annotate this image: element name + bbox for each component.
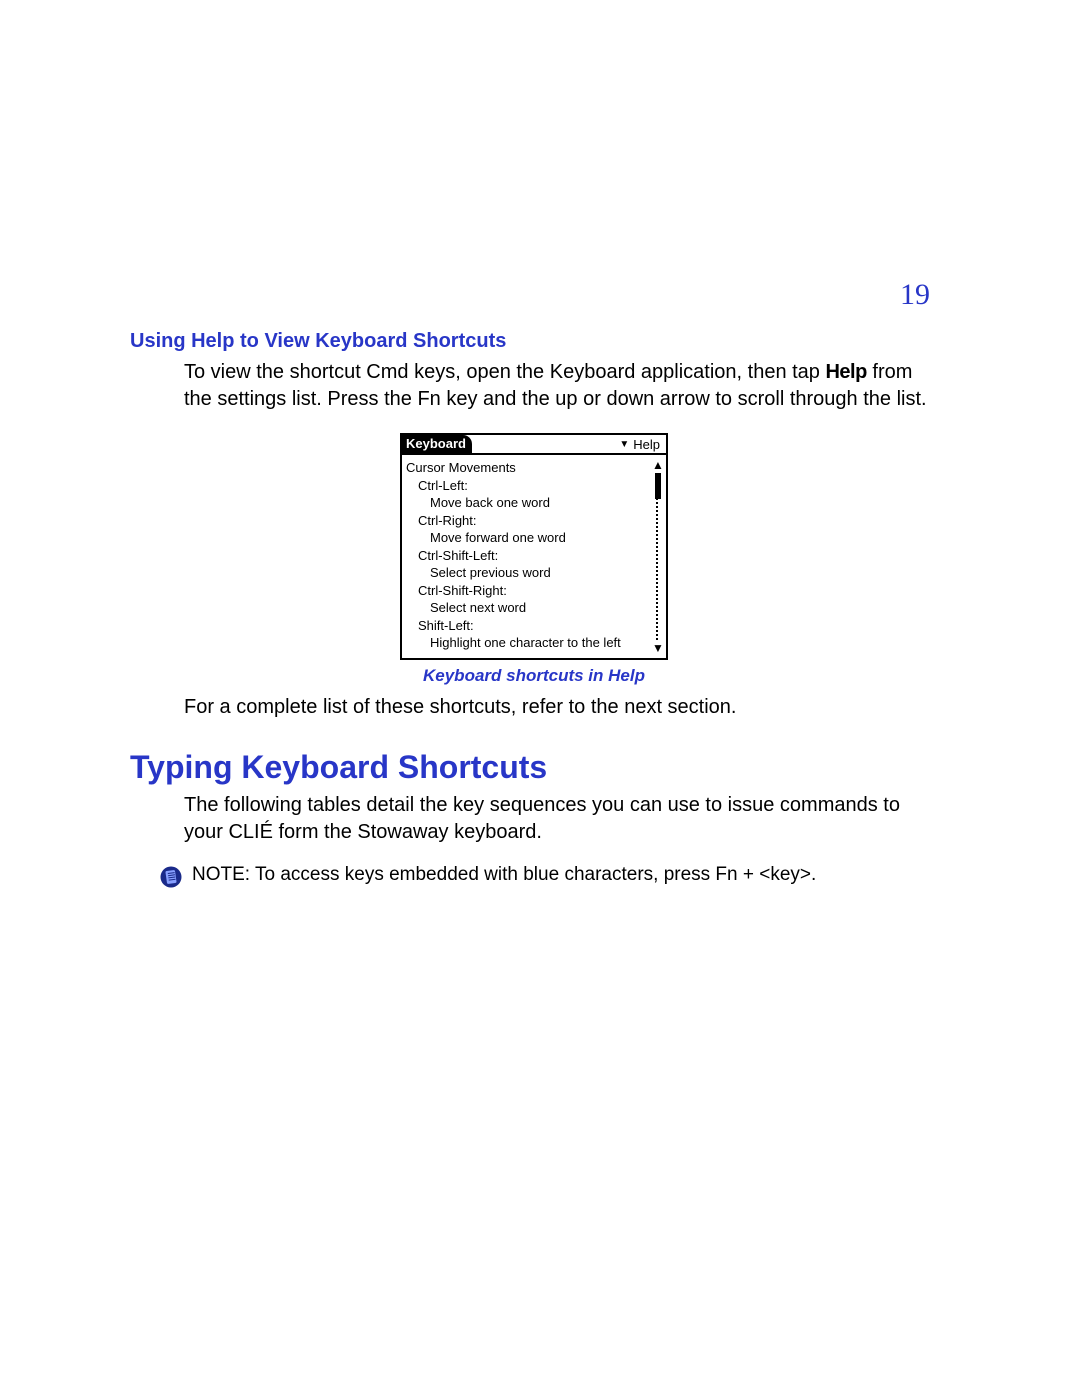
paragraph-refer-next: For a complete list of these shortcuts, … xyxy=(184,694,930,721)
section-heading-typing-shortcuts: Typing Keyboard Shortcuts xyxy=(130,749,930,786)
note-icon xyxy=(160,866,182,888)
palm-body: Cursor Movements Ctrl-Left: Move back on… xyxy=(402,455,666,658)
subheading-using-help: Using Help to View Keyboard Shortcuts xyxy=(130,330,930,353)
shortcut-key: Shift-Left: xyxy=(418,617,650,635)
note-text: NOTE: To access keys embedded with blue … xyxy=(192,864,816,886)
figure-caption: Keyboard shortcuts in Help xyxy=(423,666,645,686)
note-row: NOTE: To access keys embedded with blue … xyxy=(160,864,930,888)
scroll-up-arrow-icon[interactable]: ▲ xyxy=(652,459,664,471)
dropdown-triangle-icon: ▼ xyxy=(619,439,629,450)
help-section-title: Cursor Movements xyxy=(406,459,650,477)
shortcut-desc: Move back one word xyxy=(430,494,650,512)
scroll-thumb[interactable] xyxy=(655,473,661,499)
palm-titlebar: Keyboard ▼ Help xyxy=(402,435,666,455)
page: 19 Using Help to View Keyboard Shortcuts… xyxy=(0,0,1080,1397)
palm-dropdown-help[interactable]: ▼ Help xyxy=(619,435,666,453)
paragraph-tables-intro: The following tables detail the key sequ… xyxy=(184,792,930,846)
shortcut-desc: Highlight one character to the left xyxy=(430,634,650,652)
shortcut-key: Ctrl-Left: xyxy=(418,477,650,495)
shortcut-key: Ctrl-Shift-Left: xyxy=(418,547,650,565)
shortcut-key: Ctrl-Right: xyxy=(418,512,650,530)
help-menu-label: Help xyxy=(825,361,866,383)
figure-keyboard-help: Keyboard ▼ Help Cursor Movements Ctrl-Le… xyxy=(184,433,884,686)
palm-window: Keyboard ▼ Help Cursor Movements Ctrl-Le… xyxy=(400,433,668,660)
palm-help-text: Cursor Movements Ctrl-Left: Move back on… xyxy=(402,455,652,658)
palm-dropdown-label: Help xyxy=(633,437,660,452)
shortcut-desc: Select next word xyxy=(430,599,650,617)
shortcut-key: Ctrl-Shift-Right: xyxy=(418,582,650,600)
page-number: 19 xyxy=(900,278,930,312)
shortcut-desc: Select previous word xyxy=(430,564,650,582)
palm-app-title: Keyboard xyxy=(402,435,472,453)
paragraph-intro-a: To view the shortcut Cmd keys, open the … xyxy=(184,361,825,383)
scroll-track[interactable] xyxy=(656,473,660,640)
content-column: Using Help to View Keyboard Shortcuts To… xyxy=(130,330,930,888)
palm-scrollbar[interactable]: ▲ ▼ xyxy=(652,455,666,658)
scroll-down-arrow-icon[interactable]: ▼ xyxy=(652,642,664,654)
paragraph-intro: To view the shortcut Cmd keys, open the … xyxy=(184,359,930,413)
shortcut-desc: Move forward one word xyxy=(430,529,650,547)
